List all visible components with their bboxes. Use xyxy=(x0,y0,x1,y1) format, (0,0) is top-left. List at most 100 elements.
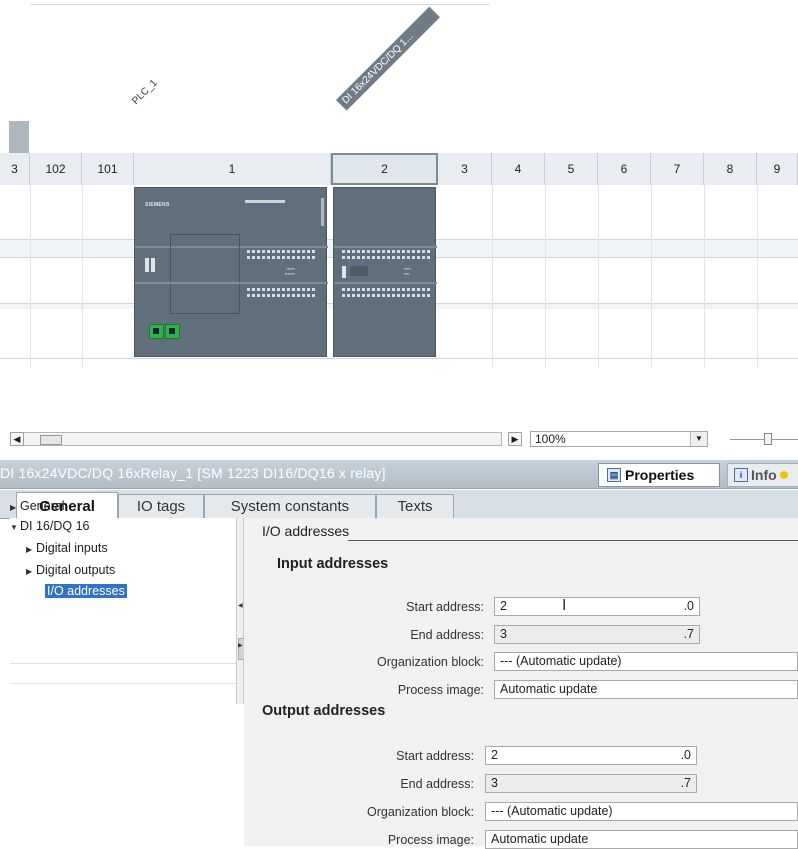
slot-header-selected[interactable]: 2 xyxy=(331,153,438,185)
collapse-arrow-icon[interactable]: ▼ xyxy=(10,523,20,532)
cpu-door xyxy=(170,234,240,314)
scroll-right-icon[interactable]: ▶ xyxy=(508,432,522,446)
zoom-select[interactable]: 100% xyxy=(530,431,708,447)
tab-info-label: Info xyxy=(751,467,777,483)
input-process-image-field[interactable]: Automatic update xyxy=(494,680,798,699)
ethernet-port-icon[interactable] xyxy=(149,324,164,339)
tab-properties[interactable]: ▤ Properties xyxy=(598,463,720,487)
tree-item-digital-inputs[interactable]: ▶ Digital inputs xyxy=(26,541,108,555)
tab-io-tags[interactable]: IO tags xyxy=(118,494,204,518)
properties-icon: ▤ xyxy=(607,468,621,482)
sm-terminal-row xyxy=(342,256,430,259)
input-pi-label: Process image: xyxy=(397,683,484,697)
tree-row-line xyxy=(10,683,236,684)
siemens-logo: SIEMENS xyxy=(145,202,170,208)
inspector-title: DI 16x24VDC/DQ 16xRelay_1 [SM 1223 DI16/… xyxy=(0,465,386,481)
slot-header[interactable]: 3 xyxy=(438,153,492,185)
output-ob-label: Organization block: xyxy=(366,805,474,819)
slot-divider xyxy=(757,185,758,367)
input-start-address-field[interactable]: 2 .0 xyxy=(494,597,700,616)
tree-item-io-addresses[interactable]: I/O addresses xyxy=(45,584,127,598)
tree-item-digital-outputs[interactable]: ▶ Digital outputs xyxy=(26,563,115,577)
sm-terminal-row xyxy=(342,294,430,297)
info-icon: i xyxy=(734,468,748,482)
panel-splitter[interactable]: ◀ ▶ xyxy=(236,518,245,704)
zoom-slider-thumb[interactable] xyxy=(764,433,772,445)
input-addresses-title: Input addresses xyxy=(277,556,389,572)
horizontal-scrollbar[interactable] xyxy=(10,432,502,446)
output-pi-label: Process image: xyxy=(387,833,474,847)
output-start-label: Start address: xyxy=(396,749,474,763)
sm-terminal-row xyxy=(342,250,430,253)
canvas-top-line xyxy=(30,4,490,5)
output-start-address-field[interactable]: 2 .0 xyxy=(485,746,697,765)
cpu-terminal-row xyxy=(247,256,317,259)
slot-header[interactable]: 6 xyxy=(598,153,651,185)
info-status-icon xyxy=(779,471,788,479)
expand-arrow-icon[interactable]: ▶ xyxy=(26,545,36,554)
expand-arrow-icon[interactable]: ▶ xyxy=(26,567,36,576)
plc-label[interactable]: PLC_1 xyxy=(130,78,159,107)
tab-system-constants[interactable]: System constants xyxy=(204,494,376,518)
slot-divider xyxy=(598,185,599,367)
slot-divider xyxy=(492,185,493,367)
input-end-label: End address: xyxy=(410,628,484,642)
expand-arrow-icon[interactable]: ▶ xyxy=(10,503,20,512)
input-organization-block-field[interactable]: --- (Automatic update) xyxy=(494,652,798,671)
slot-header[interactable]: 9 xyxy=(757,153,798,185)
cpu-divider xyxy=(135,282,328,284)
slot-divider xyxy=(82,185,83,367)
rack-row-line xyxy=(0,358,798,359)
slot-header[interactable]: 102 xyxy=(30,153,82,185)
slot-header[interactable]: 5 xyxy=(545,153,598,185)
slot-divider xyxy=(545,185,546,367)
cpu-terminal-row xyxy=(247,250,317,253)
slot-divider xyxy=(651,185,652,367)
output-end-label: End address: xyxy=(400,777,474,791)
cpu-terminal-row xyxy=(247,288,317,291)
cpu-led-strip xyxy=(321,198,324,226)
collapse-left-icon[interactable]: ◀ xyxy=(238,602,243,609)
tab-properties-label: Properties xyxy=(625,467,695,483)
tab-texts[interactable]: Texts xyxy=(376,494,454,518)
cpu-name-plate xyxy=(245,200,285,203)
section-title: I/O addresses xyxy=(262,523,350,539)
scroll-left-icon[interactable]: ◀ xyxy=(10,432,24,446)
cpu-status-led xyxy=(145,258,149,272)
slot-header[interactable]: 4 xyxy=(492,153,545,185)
slot-header[interactable]: 3 xyxy=(0,153,30,185)
output-end-address-field: 3 .7 xyxy=(485,774,697,793)
tree-item-di16dq16[interactable]: ▼ DI 16/DQ 16 xyxy=(10,519,89,533)
sm-label-slot xyxy=(350,266,368,276)
slot-header[interactable]: 8 xyxy=(704,153,757,185)
input-start-label: Start address: xyxy=(406,600,484,614)
slot-header[interactable]: 7 xyxy=(651,153,704,185)
sm-divider xyxy=(334,282,437,284)
sm-status-led xyxy=(342,266,346,278)
slot-header[interactable]: 101 xyxy=(82,153,134,185)
module-label[interactable]: DI 16x24VDC/DQ 1... xyxy=(336,6,440,111)
signal-module[interactable]: ▪▪▪▪▪ ▪▪▪▪ xyxy=(333,187,437,357)
cpu-terminal-row xyxy=(247,294,317,297)
ethernet-port-icon[interactable] xyxy=(165,324,180,339)
slot-header[interactable]: 1 xyxy=(134,153,331,185)
slot-divider xyxy=(704,185,705,367)
sm-terminal-row xyxy=(342,288,430,291)
tab-info[interactable]: i Info xyxy=(727,463,798,487)
tree-item-general[interactable]: ▶ General xyxy=(10,499,64,513)
expand-right-icon[interactable]: ▶ xyxy=(238,642,243,649)
output-process-image-field[interactable]: Automatic update xyxy=(485,830,798,849)
rack-tab[interactable] xyxy=(9,121,29,153)
text-cursor-icon: I xyxy=(562,597,567,614)
sm-type-plate: ▪▪▪▪▪ ▪▪▪▪ xyxy=(404,266,412,276)
chevron-down-icon[interactable]: ▼ xyxy=(690,432,707,446)
tree-row-line xyxy=(10,663,236,664)
section-rule xyxy=(348,540,798,541)
output-addresses-title: Output addresses xyxy=(262,703,386,719)
input-ob-label: Organization block: xyxy=(376,655,484,669)
cpu-module[interactable]: SIEMENS ▪▪▪▪▪▪ ▪▪▪▪▪▪▪ xyxy=(134,187,328,357)
cpu-type-plate: ▪▪▪▪▪▪ ▪▪▪▪▪▪▪ xyxy=(285,266,295,276)
scroll-thumb[interactable] xyxy=(40,435,62,445)
sm-divider xyxy=(334,246,437,248)
output-organization-block-field[interactable]: --- (Automatic update) xyxy=(485,802,798,821)
